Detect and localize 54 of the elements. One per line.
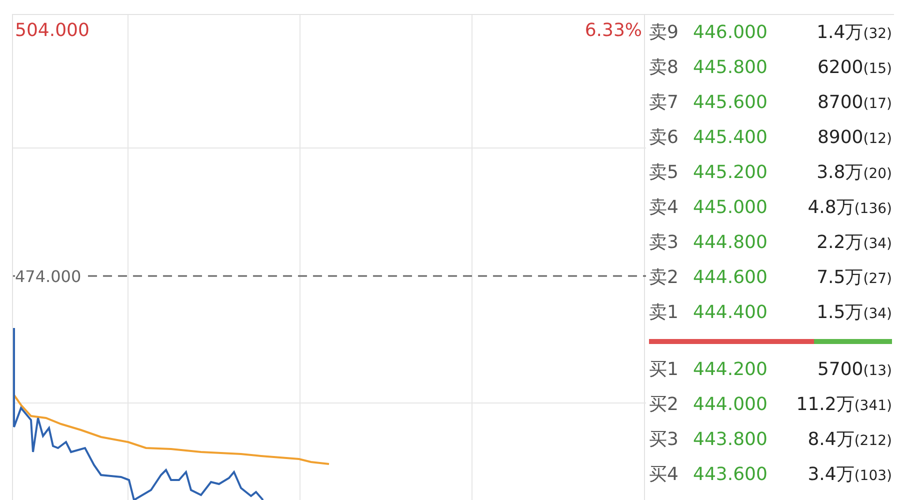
order-label: 卖9 [649, 21, 680, 45]
order-label: 买3 [649, 428, 680, 452]
order-volume: 1.5万 [816, 301, 864, 325]
order-price: 443.800 [693, 428, 768, 452]
order-price: 443.600 [693, 463, 768, 487]
order-label: 卖3 [649, 231, 680, 255]
order-volume: 2.2万 [816, 231, 864, 255]
order-count: (27) [863, 270, 892, 289]
order-label: 卖2 [649, 266, 680, 290]
order-volume: 8700 [817, 91, 864, 115]
order-count: (12) [863, 130, 892, 149]
order-label: 卖1 [649, 301, 680, 325]
order-count: (17) [863, 95, 892, 114]
order-label: 卖4 [649, 196, 680, 220]
order-volume: 3.4万 [808, 463, 854, 487]
order-price: 444.600 [693, 266, 768, 290]
order-price: 445.200 [693, 161, 768, 185]
order-price: 444.400 [693, 301, 768, 325]
order-count: (13) [863, 362, 892, 381]
top-price-label: 504.000 [15, 19, 90, 43]
order-count: (212) [854, 432, 892, 451]
order-count: (103) [854, 467, 892, 486]
order-price: 444.800 [693, 231, 768, 255]
order-volume: 1.4万 [816, 21, 864, 45]
order-price: 445.400 [693, 126, 768, 150]
order-label: 买1 [649, 358, 680, 382]
order-volume: 6200 [817, 56, 864, 80]
order-label: 卖5 [649, 161, 680, 185]
top-change-label: 6.33% [584, 19, 642, 43]
order-price: 446.000 [693, 21, 768, 45]
order-label: 卖7 [649, 91, 680, 115]
order-volume: 7.5万 [816, 266, 864, 290]
order-count: (15) [863, 60, 892, 79]
order-count: (136) [854, 200, 892, 219]
order-count: (34) [863, 235, 892, 254]
order-label: 卖8 [649, 56, 680, 80]
order-count: (34) [863, 305, 892, 324]
order-price: 444.200 [693, 358, 768, 382]
order-count: (32) [863, 25, 892, 44]
order-label: 买4 [649, 463, 680, 487]
order-price: 445.000 [693, 196, 768, 220]
order-volume: 4.8万 [808, 196, 854, 220]
order-volume: 5700 [817, 358, 864, 382]
order-volume: 8.4万 [808, 428, 854, 452]
order-volume: 8900 [817, 126, 864, 150]
order-price: 445.600 [693, 91, 768, 115]
order-count: (20) [863, 165, 892, 184]
order-price: 444.000 [693, 393, 768, 417]
order-volume: 11.2万 [796, 393, 854, 417]
order-price: 445.800 [693, 56, 768, 80]
order-label: 买2 [649, 393, 680, 417]
order-volume: 3.8万 [816, 161, 864, 185]
order-count: (341) [854, 397, 892, 416]
order-label: 卖6 [649, 126, 680, 150]
